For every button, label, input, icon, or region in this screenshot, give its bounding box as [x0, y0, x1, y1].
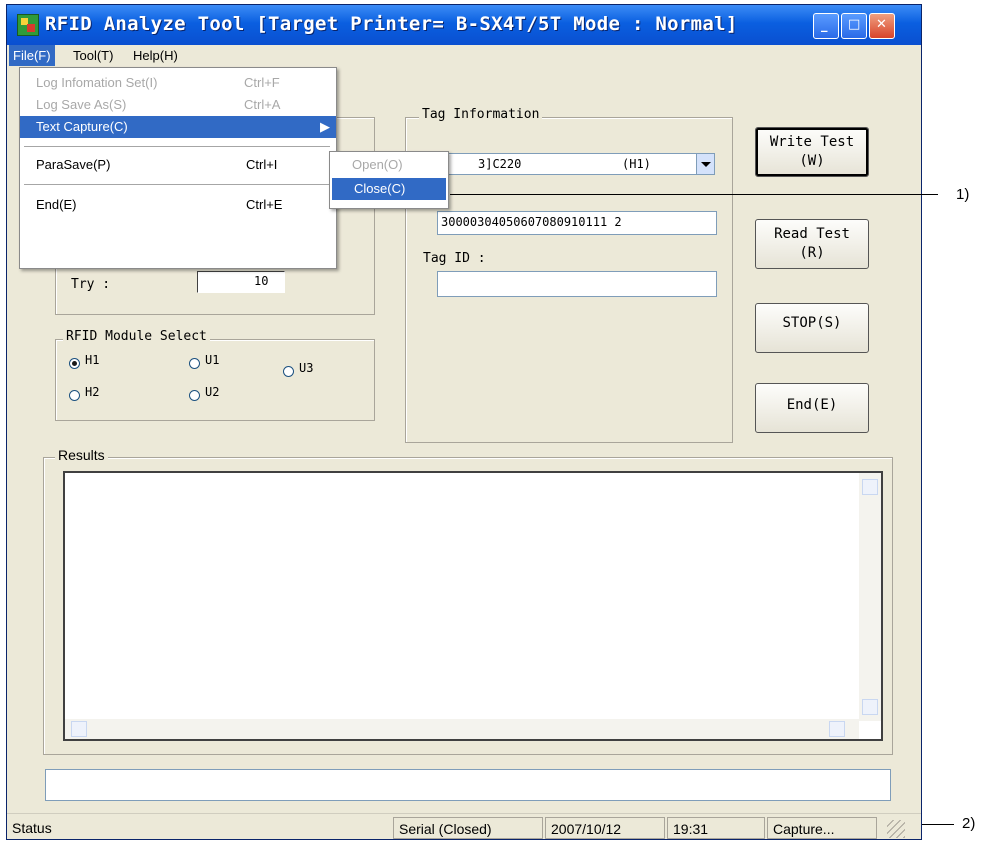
- menu-item-shortcut: Ctrl+I: [246, 157, 278, 172]
- radio-h2-label: H2: [85, 385, 100, 399]
- chevron-right-icon: ▶: [320, 119, 330, 134]
- try-value: 10: [254, 274, 269, 288]
- horizontal-scrollbar[interactable]: [65, 719, 859, 739]
- close-icon: ✕: [876, 17, 887, 32]
- minimize-icon: _: [821, 18, 828, 33]
- menu-item-label: Log Infomation Set(I): [36, 75, 158, 90]
- module-select-title: RFID Module Select: [63, 329, 210, 344]
- scroll-right-icon[interactable]: [829, 721, 845, 737]
- menu-tool[interactable]: Tool(T): [69, 45, 117, 66]
- maximize-icon: □: [848, 17, 861, 32]
- end-button[interactable]: End(E): [755, 383, 869, 433]
- radio-h1[interactable]: [69, 358, 80, 369]
- menu-item-log-save-as[interactable]: Log Save As(S) Ctrl+A: [20, 94, 336, 116]
- try-input[interactable]: 10: [197, 271, 285, 293]
- capture-submenu: Open(O) Close(C): [329, 151, 449, 209]
- results-title: Results: [55, 447, 108, 463]
- menu-separator: [24, 146, 330, 147]
- tag-combo-value: 3]C220: [478, 157, 522, 171]
- menu-item-open[interactable]: Open(O): [330, 154, 448, 176]
- minimize-button[interactable]: _: [813, 13, 839, 39]
- read-test-label: Read Test: [774, 226, 850, 242]
- file-menu: Log Infomation Set(I) Ctrl+F Log Save As…: [19, 67, 337, 269]
- read-test-button[interactable]: Read Test (R): [755, 219, 869, 269]
- try-label: Try :: [71, 277, 111, 292]
- status-time: 19:31: [667, 817, 765, 839]
- app-icon: [17, 14, 39, 36]
- status-bar: Status Serial (Closed) 2007/10/12 19:31 …: [7, 813, 921, 841]
- scroll-left-icon[interactable]: [71, 721, 87, 737]
- scroll-up-icon[interactable]: [862, 479, 878, 495]
- resize-grip-icon[interactable]: [887, 820, 905, 838]
- results-textarea[interactable]: [63, 471, 883, 741]
- status-date: 2007/10/12: [545, 817, 665, 839]
- menu-item-shortcut: Ctrl+E: [246, 197, 283, 212]
- radio-u2-label: U2: [205, 385, 220, 399]
- bottom-field[interactable]: [45, 769, 891, 801]
- radio-h2[interactable]: [69, 390, 80, 401]
- radio-u1-label: U1: [205, 353, 220, 367]
- callout-line-1: [450, 194, 938, 195]
- tag-id-label: Tag ID :: [423, 251, 486, 266]
- tag-info-title: Tag Information: [419, 107, 543, 122]
- title-bar[interactable]: RFID Analyze Tool [Target Printer= B-SX4…: [7, 5, 921, 45]
- app-window: RFID Analyze Tool [Target Printer= B-SX4…: [6, 4, 922, 840]
- menu-item-label: Open(O): [352, 157, 403, 172]
- callout-label-2: 2): [962, 815, 976, 832]
- tag-data-field[interactable]: 30000304050607080910111 2: [437, 211, 717, 235]
- chevron-down-icon[interactable]: [696, 154, 714, 174]
- radio-u3-label: U3: [299, 361, 314, 375]
- menu-file[interactable]: File(F): [9, 45, 55, 66]
- callout-line-2: [922, 824, 954, 825]
- write-test-shortcut: (W): [799, 153, 825, 169]
- write-test-button[interactable]: Write Test (W): [755, 127, 869, 177]
- menu-item-label: ParaSave(P): [36, 157, 111, 172]
- radio-u3[interactable]: [283, 366, 294, 377]
- window-title: RFID Analyze Tool [Target Printer= B-SX4…: [45, 13, 738, 35]
- menu-item-label: Log Save As(S): [36, 97, 127, 112]
- status-capture: Capture...: [767, 817, 877, 839]
- menu-item-label: Close(C): [354, 181, 406, 196]
- maximize-button[interactable]: □: [841, 13, 867, 39]
- radio-u2[interactable]: [189, 390, 200, 401]
- status-serial: Serial (Closed): [393, 817, 543, 839]
- menu-item-shortcut: Ctrl+F: [244, 75, 280, 90]
- close-button[interactable]: ✕: [869, 13, 895, 39]
- scroll-down-icon[interactable]: [862, 699, 878, 715]
- status-text: Status: [12, 820, 52, 836]
- radio-u1[interactable]: [189, 358, 200, 369]
- menu-item-log-info-set[interactable]: Log Infomation Set(I) Ctrl+F: [20, 72, 336, 94]
- menu-item-shortcut: Ctrl+A: [244, 97, 281, 112]
- menu-item-close[interactable]: Close(C): [332, 178, 446, 200]
- module-select-group: [55, 339, 375, 421]
- tag-id-field[interactable]: [437, 271, 717, 297]
- menu-item-label: End(E): [36, 197, 77, 212]
- menu-item-end[interactable]: End(E) Ctrl+E: [20, 194, 336, 216]
- radio-h1-label: H1: [85, 353, 100, 367]
- tag-combo-module: (H1): [622, 157, 651, 171]
- read-test-shortcut: (R): [799, 245, 825, 261]
- vertical-scrollbar[interactable]: [859, 473, 881, 721]
- menu-item-label: Text Capture(C): [36, 119, 128, 134]
- callout-label-1: 1): [956, 186, 970, 203]
- write-test-label: Write Test: [769, 134, 855, 150]
- stop-button[interactable]: STOP(S): [755, 303, 869, 353]
- menu-help[interactable]: Help(H): [129, 45, 182, 66]
- menu-separator: [24, 184, 330, 185]
- menu-item-parasave[interactable]: ParaSave(P) Ctrl+I: [20, 154, 336, 176]
- menu-item-text-capture[interactable]: Text Capture(C) ▶: [20, 116, 336, 138]
- tag-combo[interactable]: 3]C220 (H1): [437, 153, 715, 175]
- menu-bar: File(F) Tool(T) Help(H): [7, 45, 921, 67]
